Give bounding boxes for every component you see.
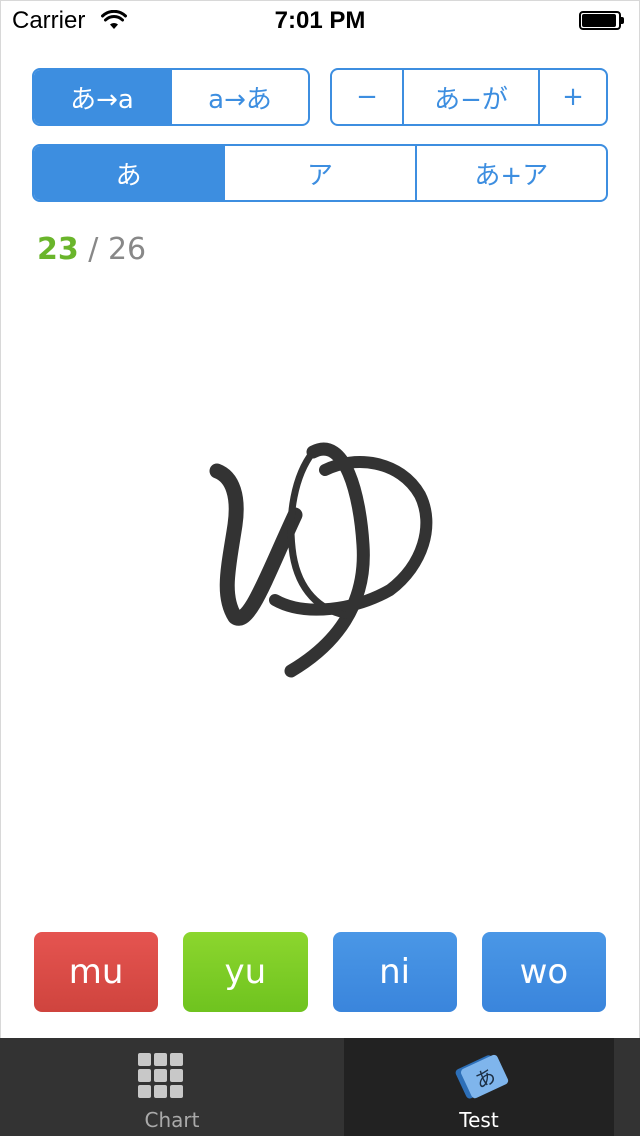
correct-count: 23 [37, 232, 79, 267]
answer-buttons: mu yu ni wo [34, 932, 606, 1012]
flashcard-icon: あ [455, 1054, 509, 1099]
script-segmented-control: あ ア あ+ア [32, 144, 608, 202]
direction-segmented-control: あ→a a→あ [32, 68, 310, 126]
question-kana: ゆ [209, 442, 433, 678]
range-stepper: − あ−が + [330, 68, 608, 126]
answer-button-yu[interactable]: yu [183, 932, 308, 1012]
tab-chart-label: Chart [144, 1108, 200, 1132]
tab-test-label: Test [459, 1108, 499, 1132]
grid-icon [138, 1053, 183, 1098]
status-time: 7:01 PM [274, 7, 366, 34]
segment-both[interactable]: あ+ア [414, 146, 606, 200]
segment-kana-to-romaji[interactable]: あ→a [34, 70, 170, 124]
segment-katakana[interactable]: ア [223, 146, 414, 200]
score-separator: / [88, 232, 99, 267]
tab-test[interactable]: あ Test [344, 1038, 614, 1136]
segment-hiragana[interactable]: あ [34, 146, 224, 200]
status-bar: Carrier 7:01 PM [0, 0, 640, 40]
total-count: 26 [107, 232, 147, 267]
answer-button-wo[interactable]: wo [481, 932, 606, 1012]
answer-button-mu[interactable]: mu [34, 932, 159, 1012]
answer-button-ni[interactable]: ni [332, 932, 457, 1012]
range-increase-button[interactable]: + [538, 70, 606, 124]
score-counter: 23 / 26 [37, 232, 146, 267]
range-decrease-button[interactable]: − [332, 70, 402, 124]
segment-romaji-to-kana[interactable]: a→あ [170, 70, 308, 124]
tab-chart[interactable]: Chart [0, 1038, 344, 1136]
range-label[interactable]: あ−が [402, 70, 538, 124]
tab-bar: Chart あ Test [0, 1038, 640, 1136]
battery-icon [579, 11, 624, 30]
